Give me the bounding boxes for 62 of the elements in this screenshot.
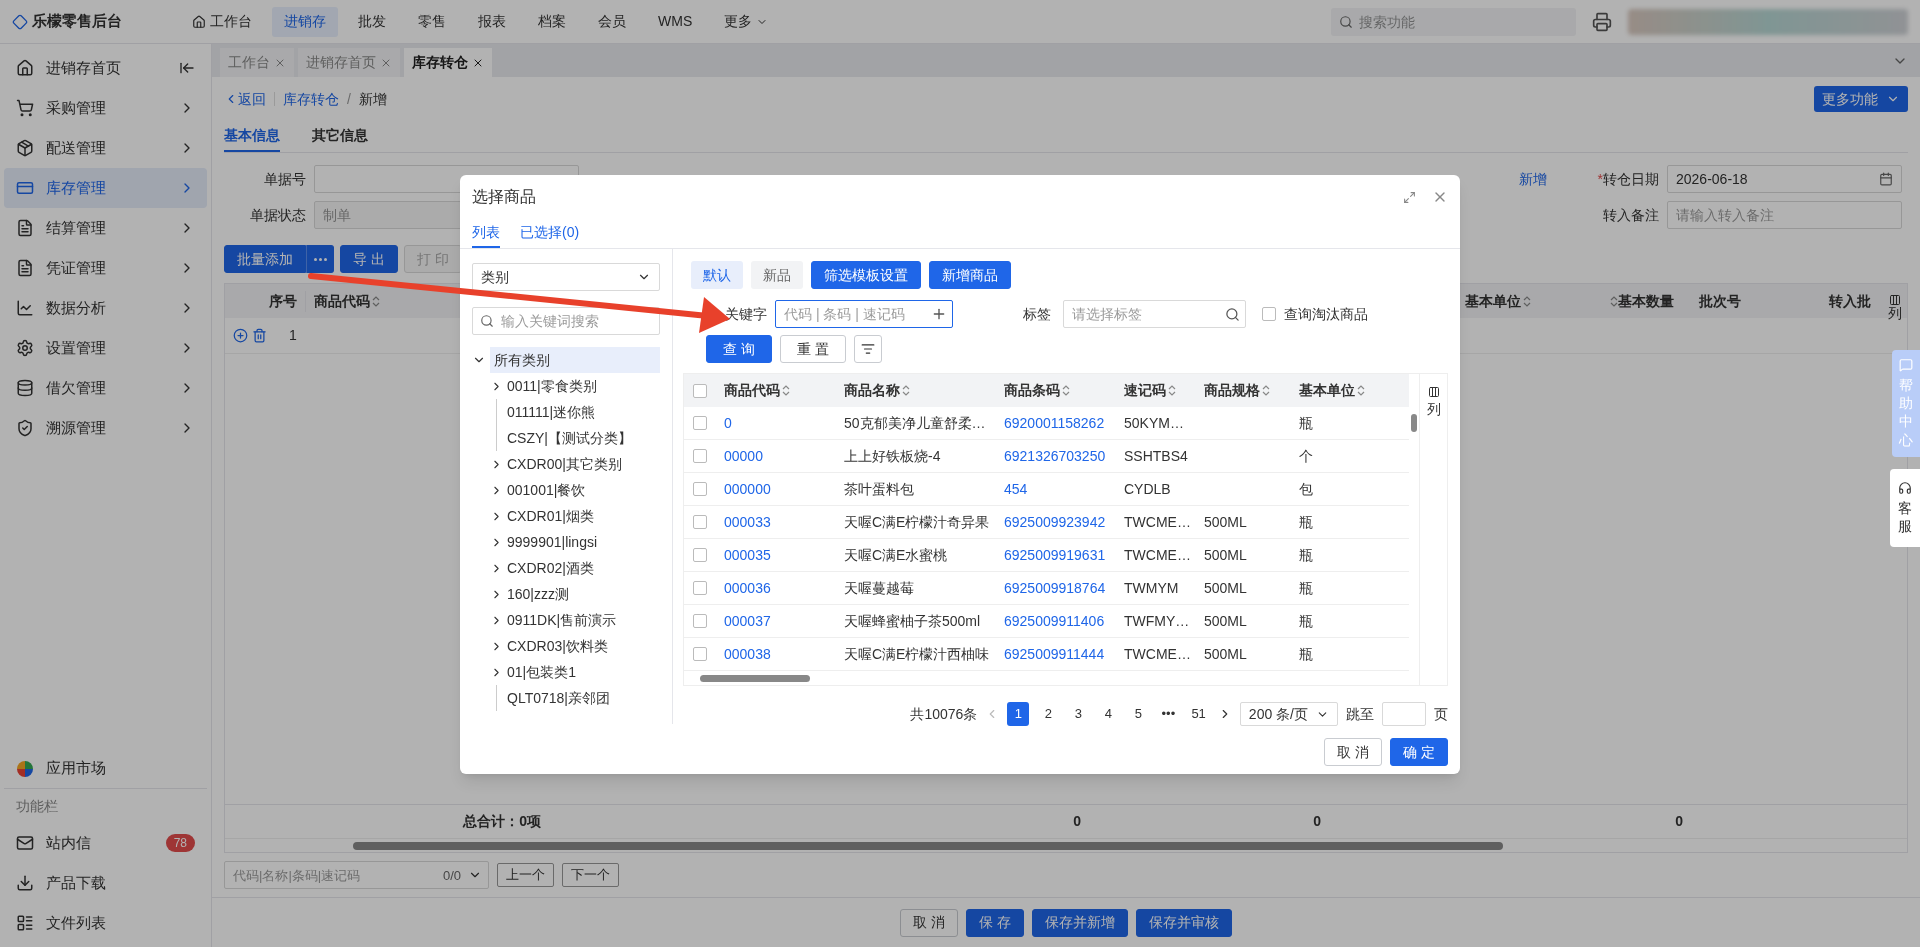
breadcrumb-current: 新增 [358,89,387,109]
table-cell: 瓶 [1299,612,1313,629]
table-cell: 瓶 [1299,414,1313,431]
table-cell: CYDLB [1124,480,1171,497]
total-value: 0 [1674,812,1683,831]
field-label: 转入备注 [1602,205,1660,225]
table-cell: 50克郁美净儿童舒柔… [844,414,986,431]
breadcrumb-separator: / [347,89,351,109]
jump-label: 跳至 [1346,704,1374,724]
table-cell: 500ML [1204,579,1247,596]
table-cell: 上上好铁板烧-4 [844,447,941,464]
table-cell: 瓶 [1299,579,1313,596]
column-header: 序号 [268,291,298,311]
column-header: 商品代码 [724,381,780,400]
column-header: 商品规格 [1204,381,1260,400]
table-cell: 包 [1299,480,1313,497]
required-mark: * [1597,169,1603,189]
column-header: 商品条码 [1004,381,1060,400]
page-unit: 页 [1434,704,1448,724]
table-cell: 500ML [1204,546,1247,563]
table-cell: TWCME… [1124,645,1191,662]
table-cell: 天喔蔓越莓 [844,579,914,596]
field-label: 关键字 [724,304,768,324]
column-header: 商品代码 [314,291,370,311]
match-count: 0/0 [442,867,461,885]
column-header: 商品名称 [844,381,900,400]
table-cell: 50KYM… [1124,414,1184,431]
table-cell: 瓶 [1299,645,1313,662]
table-cell: TWCME… [1124,546,1191,563]
total-count: 共10076条 [910,704,978,724]
field-label: 单据状态 [249,205,307,225]
table-cell: 天喔C满E柠檬汁西柚味 [844,645,990,662]
column-header: 基本单位 [1299,381,1355,400]
total-label: 总合计：0项 [461,812,541,831]
table-cell: TWCME… [1124,513,1191,530]
table-cell: SSHTBS4 [1124,447,1188,464]
total-value: 0 [1312,812,1321,831]
total-value: 0 [1072,812,1081,831]
table-cell: 瓶 [1299,546,1313,563]
brand-name: 乐檬零售后台 [32,11,122,32]
table-cell: 瓶 [1299,513,1313,530]
table-cell: TWMYM [1124,579,1179,596]
field-label: 转仓日期 [1603,169,1659,189]
column-header: 基本单位 [1465,291,1521,311]
column-header: 基本数量 [1618,291,1674,311]
table-cell: 500ML [1204,645,1247,662]
table-cell: 天喔C满E水蜜桃 [844,546,948,563]
table-cell: 500ML [1204,513,1247,530]
table-cell-text: 1 [288,326,298,345]
column-header: 转入批 [1829,291,1872,311]
count-badge: 78 [165,834,195,852]
table-cell: 500ML [1204,612,1247,629]
table-cell: 天喔C满E柠檬汁奇异果 [844,513,990,530]
table-cell: 个 [1299,447,1313,464]
column-header: 批次号 [1698,291,1742,311]
table-cell: 茶叶蛋料包 [844,480,914,497]
table-cell: TWFMY… [1124,612,1190,629]
column-header: 速记码 [1124,381,1166,400]
section-label: 功能栏 [15,796,59,816]
field-label: 单据号 [263,169,307,189]
field-label: 标签 [1022,304,1052,324]
table-cell: 天喔蜂蜜柚子茶500ml [844,612,981,629]
